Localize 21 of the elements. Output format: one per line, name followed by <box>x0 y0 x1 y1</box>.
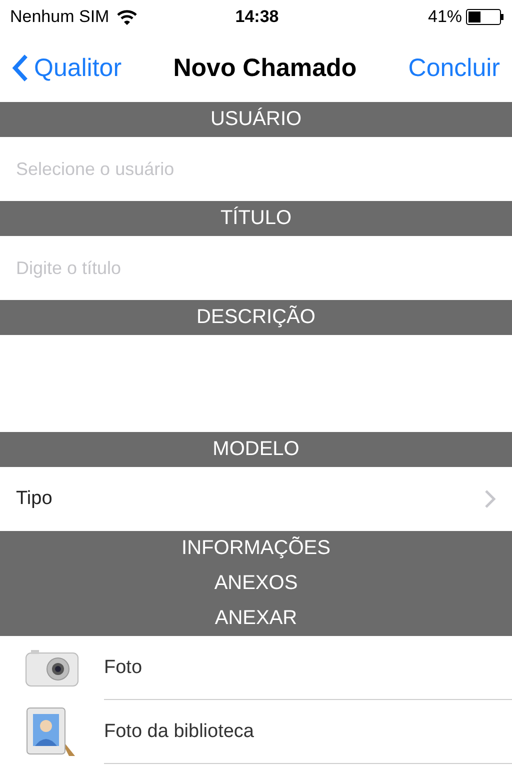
back-button[interactable]: Qualitor <box>12 54 122 82</box>
battery-icon <box>466 9 504 25</box>
chevron-left-icon <box>12 54 28 82</box>
section-header: ANEXAR <box>0 601 512 636</box>
carrier-label: Nenhum SIM <box>10 7 110 27</box>
section-header: ANEXOS <box>0 566 512 601</box>
type-row[interactable]: Tipo <box>0 467 512 531</box>
screen-title: Novo Chamado <box>172 54 358 82</box>
section-header: INFORMAÇÕES <box>0 531 512 566</box>
attachment-option[interactable]: Foto <box>104 636 512 700</box>
camera-icon <box>25 649 79 687</box>
section-header: DESCRIÇÃO <box>0 300 512 335</box>
section-header: TÍTULO <box>0 201 512 236</box>
attachment-option[interactable]: Foto da biblioteca <box>104 700 512 764</box>
battery-percent: 41% <box>428 7 462 27</box>
clock-time: 14:38 <box>235 7 279 27</box>
chevron-right-icon <box>484 489 496 509</box>
section-header: USUÁRIO <box>0 102 512 137</box>
wifi-icon <box>117 10 138 24</box>
done-button[interactable]: Concluir <box>408 54 500 82</box>
section-header: MODELO <box>0 432 512 467</box>
